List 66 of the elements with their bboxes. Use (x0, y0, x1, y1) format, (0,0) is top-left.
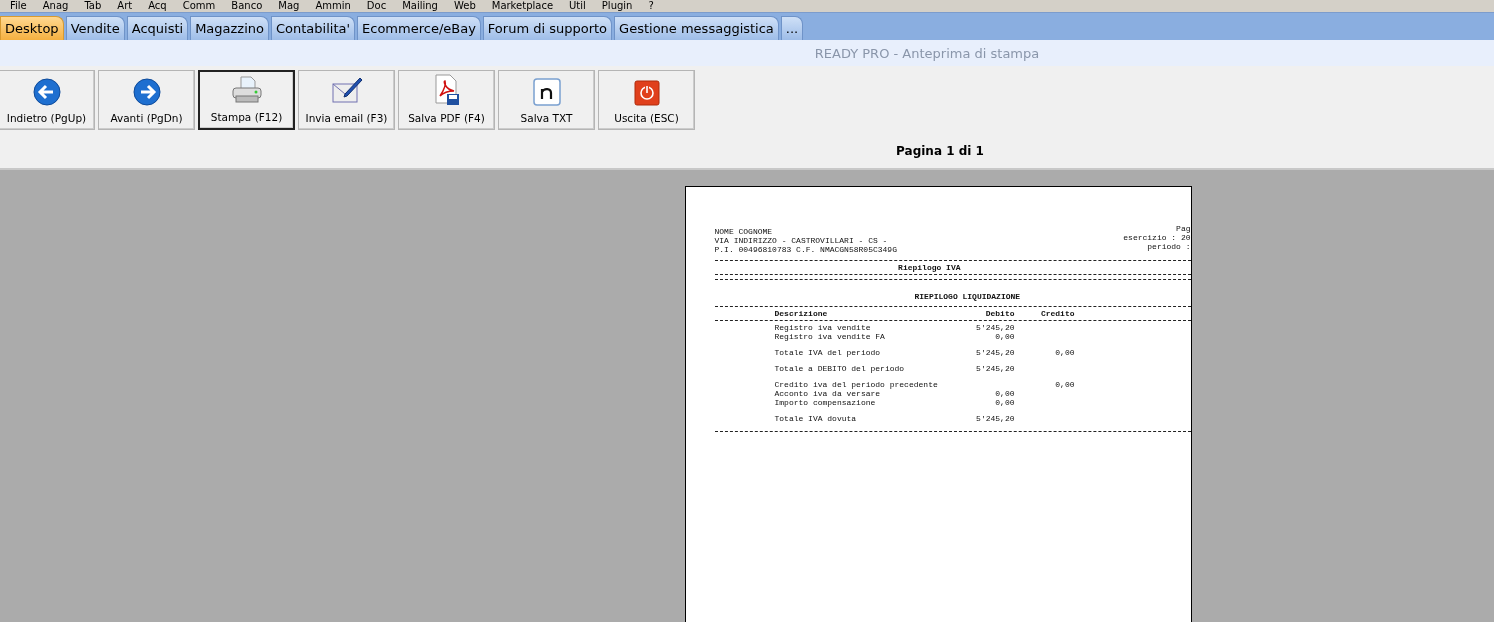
menu-item[interactable]: Tab (76, 0, 110, 12)
table-cell: 5'245,20 (976, 323, 1015, 332)
company-info-line: VIA INDIRIZZO - CASTROVILLARI - CS - (714, 236, 889, 245)
menu-item[interactable]: Mag (270, 0, 308, 12)
report-info-line: periodo : (1147, 242, 1191, 251)
menu-item[interactable]: Banco (223, 0, 271, 12)
menu-item[interactable]: Web (445, 0, 484, 12)
toolbar-button[interactable]: Salva TXT (498, 69, 595, 130)
table-cell: 0,00 (1055, 348, 1075, 357)
tab[interactable]: ... (780, 16, 804, 40)
tab[interactable]: Ecommerce/eBay (357, 16, 481, 40)
toolbar-button[interactable]: Salva PDF (F4) (398, 69, 495, 130)
tab[interactable]: Contabilita' (271, 16, 356, 40)
table-cell-text: Totale a DEBITO del periodo (774, 364, 906, 373)
menu-item[interactable]: Anag (34, 0, 77, 12)
menu-item[interactable]: File (2, 0, 35, 12)
report-info-line: esercizio : 20 (1123, 233, 1191, 242)
tab[interactable]: Forum di supporto (482, 16, 613, 40)
table-cell-text: Totale IVA del periodo (774, 348, 882, 357)
table-cell-text: Acconto iva da versare (774, 389, 882, 398)
menu-item[interactable]: Plugin (593, 0, 641, 12)
table-cell: 0,00 (1055, 380, 1075, 389)
column-header: Debito (984, 309, 1015, 318)
table-cell: 5'245,20 (976, 414, 1015, 423)
company-info-line: NOME COGNOME (714, 227, 774, 236)
column-header: Credito (1039, 309, 1075, 318)
tab[interactable]: Desktop (0, 16, 64, 40)
table-cell: 5'245,20 (976, 348, 1015, 357)
company-info-line: P.I. 00496810783 C.F. NMACGN58R05C349G (714, 245, 897, 254)
toolbar-button[interactable]: Indietro (PgUp) (0, 69, 95, 130)
menu-item[interactable]: Util (561, 0, 594, 12)
tab[interactable]: Vendite (65, 16, 125, 40)
letter-n-icon (532, 77, 561, 106)
menu-item[interactable]: Ammin (307, 0, 359, 12)
pdf-file-disk-icon (432, 73, 461, 106)
menu-item[interactable]: Marketplace (483, 0, 562, 12)
menu-item[interactable]: Art (109, 0, 141, 12)
table-cell: 0,00 (995, 398, 1015, 407)
report-info-line: Pag (1176, 224, 1191, 233)
menu-item[interactable]: Mailing (394, 0, 446, 12)
window-title: READY PRO - Anteprima di stampa (814, 45, 1040, 61)
table-cell-text: Registro iva vendite FA (774, 332, 886, 341)
toolbar-button[interactable]: Avanti (PgDn) (98, 69, 195, 130)
table-cell-text: Importo compensazione (774, 398, 877, 407)
table-cell-text: Registro iva vendite (774, 323, 872, 332)
table-cell: 5'245,20 (976, 364, 1015, 373)
tab[interactable]: Magazzino (190, 16, 269, 40)
toolbar-button[interactable]: Uscita (ESC) (598, 69, 695, 130)
menu-item[interactable]: ? (640, 0, 662, 12)
menu-item[interactable]: Comm (174, 0, 224, 12)
tab[interactable]: Acquisti (126, 16, 189, 40)
power-icon (633, 79, 660, 106)
report-title: Riepilogo IVA (898, 263, 961, 272)
table-cell: 0,00 (995, 389, 1015, 398)
menu-item[interactable]: Doc (358, 0, 395, 12)
table-cell: 0,00 (995, 332, 1015, 341)
printer-icon (230, 74, 263, 105)
section-title: RIEPILOGO LIQUIDAZIONE (914, 292, 1021, 301)
table-cell-text: Credito iva del periodo precedente (774, 380, 939, 389)
menu-item[interactable]: Acq (140, 0, 175, 12)
column-header: Descrizione (774, 309, 829, 318)
toolbar-button[interactable]: Stampa (F12) (198, 69, 295, 130)
table-cell-text: Totale IVA dovuta (774, 414, 858, 423)
page-indicator: Pagina 1 di 1 (896, 143, 984, 158)
tab[interactable]: Gestione messaggistica (614, 16, 779, 40)
toolbar-button[interactable]: Invia email (F3) (298, 69, 395, 130)
